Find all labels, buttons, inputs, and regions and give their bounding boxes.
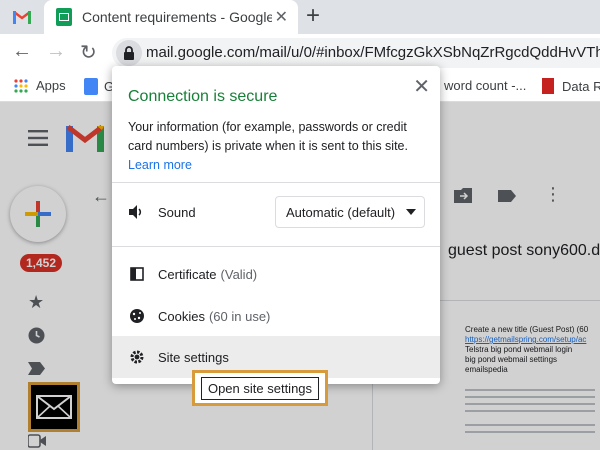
site-settings-label: Site settings	[158, 349, 229, 365]
cookies-label: Cookies	[158, 308, 205, 324]
reload-icon[interactable]: ↻	[80, 40, 97, 65]
tab-strip: Content requirements - Google S ✕ +	[0, 0, 600, 34]
tab-close-icon[interactable]: ✕	[275, 7, 288, 27]
certificate-label: Certificate	[158, 266, 217, 282]
cookie-icon	[128, 307, 146, 325]
tab-gmail[interactable]	[0, 0, 44, 34]
bookmark-data[interactable]: Data R	[542, 78, 600, 94]
certificate-status: (Valid)	[220, 266, 258, 282]
tooltip-text: Open site settings	[200, 376, 320, 400]
bookmark-label: word count -...	[444, 78, 527, 93]
cookies-row[interactable]: Cookies (60 in use)	[112, 296, 440, 336]
google-docs-icon	[84, 78, 98, 95]
site-info-popup: ✕ Connection is secure Your information …	[112, 66, 440, 384]
sound-setting-value: Automatic (default)	[286, 204, 396, 220]
address-bar[interactable]: mail.google.com/mail/u/0/#inbox/FMfcgzGk…	[112, 38, 600, 68]
connection-description: Your information (for example, passwords…	[128, 120, 408, 153]
close-icon[interactable]: ✕	[413, 74, 430, 99]
speaker-icon	[128, 203, 146, 221]
url-text: mail.google.com/mail/u/0/#inbox/FMfcgzGk…	[146, 44, 600, 61]
back-arrow-icon[interactable]: ←	[12, 40, 32, 63]
site-settings-tooltip: Open site settings	[192, 370, 328, 406]
connection-status-title: Connection is secure	[128, 88, 278, 105]
divider	[112, 182, 440, 183]
bookmark-word-count[interactable]: word count -...	[444, 78, 526, 93]
lock-icon[interactable]	[116, 40, 142, 66]
tab-title: Content requirements - Google S	[82, 9, 272, 25]
cookies-status: (60 in use)	[208, 308, 271, 324]
chevron-down-icon	[406, 209, 416, 215]
bookmark-docs[interactable]: G	[84, 78, 114, 95]
gmail-icon	[13, 11, 31, 24]
learn-more-link[interactable]: Learn more	[128, 158, 192, 172]
tab-content-requirements[interactable]: Content requirements - Google S ✕	[44, 0, 298, 34]
sound-label: Sound	[158, 204, 196, 220]
divider	[112, 246, 440, 247]
google-sheets-icon	[56, 8, 72, 26]
new-tab-button[interactable]: +	[306, 2, 320, 30]
gear-icon	[128, 348, 146, 366]
certificate-row[interactable]: Certificate (Valid)	[112, 254, 440, 294]
bookmark-label: Data R	[562, 78, 600, 94]
bookmark-label: Apps	[36, 78, 66, 93]
sound-setting-select[interactable]: Automatic (default)	[275, 196, 425, 228]
bookmark-apps[interactable]: Apps	[14, 78, 66, 93]
bookmark-red-icon	[542, 78, 554, 94]
certificate-icon	[128, 265, 146, 283]
apps-grid-icon	[14, 78, 28, 93]
forward-arrow-icon[interactable]: →	[46, 40, 66, 63]
